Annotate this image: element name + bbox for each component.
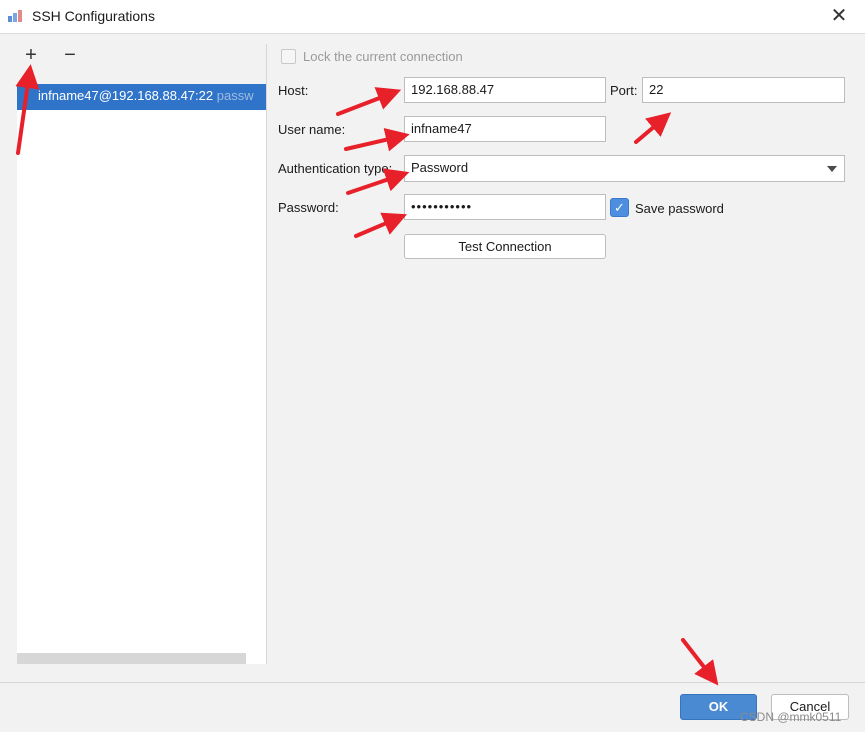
chevron-down-icon (827, 166, 837, 172)
list-item-suffix: passw (213, 88, 254, 103)
watermark: CSDN @mmk0511 (740, 710, 842, 724)
auth-type-value: Password (411, 160, 469, 175)
window-title: SSH Configurations (32, 8, 155, 24)
arrow-to-ok (681, 638, 719, 686)
list-item-label: infname47@192.168.88.47:22 (38, 88, 214, 103)
arrow-to-auth (346, 168, 410, 195)
lock-connection-checkbox[interactable] (281, 49, 296, 64)
footer-divider (0, 682, 865, 683)
user-name-label: User name: (278, 122, 346, 137)
remove-config-button[interactable]: − (61, 44, 79, 66)
ssh-app-icon (8, 10, 22, 22)
host-input[interactable]: 192.168.88.47 (404, 77, 606, 103)
panel-splitter[interactable] (266, 44, 267, 664)
password-input[interactable]: ••••••••••• (404, 194, 606, 220)
close-icon[interactable]: ✕ (828, 4, 850, 28)
arrow-to-host (336, 87, 402, 116)
checkmark-icon: ✓ (614, 200, 625, 215)
port-input[interactable]: 22 (642, 77, 845, 103)
save-password-label: Save password (635, 201, 724, 216)
arrow-to-password (354, 212, 408, 238)
auth-type-label: Authentication type: (278, 161, 393, 176)
save-password-checkbox[interactable]: ✓ (610, 198, 629, 217)
lock-connection-label: Lock the current connection (303, 49, 463, 64)
host-label: Host: (278, 83, 309, 98)
list-item[interactable]: infname47@192.168.88.47:22 passw (17, 84, 266, 110)
password-label: Password: (278, 200, 339, 215)
arrow-to-port (634, 112, 672, 144)
test-connection-button[interactable]: Test Connection (404, 234, 606, 259)
auth-type-select[interactable]: Password (404, 155, 845, 182)
title-bar: SSH Configurations ✕ (0, 0, 865, 34)
list-horizontal-scrollbar[interactable] (17, 653, 246, 664)
config-list: infname47@192.168.88.47:22 passw (17, 84, 267, 664)
user-name-input[interactable]: infname47 (404, 116, 606, 142)
arrow-to-user (344, 128, 410, 152)
port-label: Port: (610, 83, 638, 98)
add-config-button[interactable]: + (22, 44, 40, 66)
